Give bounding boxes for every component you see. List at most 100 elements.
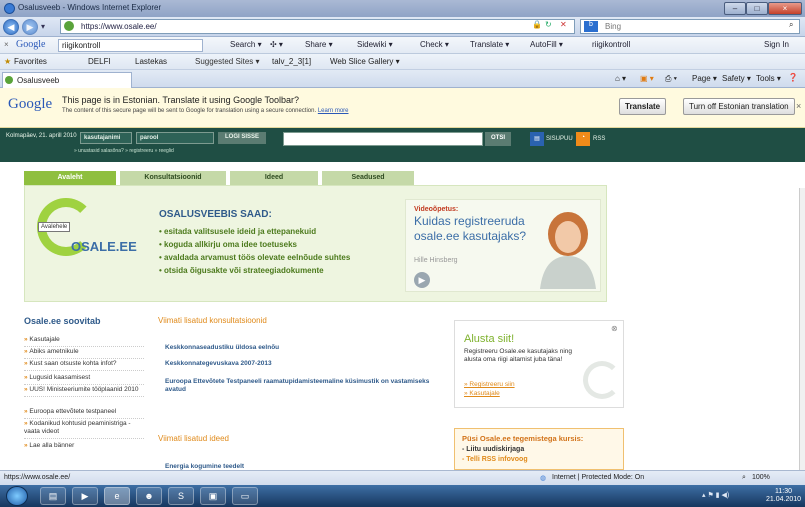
- status-bar: https://www.osale.ee/ ◍ Internet | Prote…: [0, 470, 805, 485]
- tools-menu[interactable]: Tools ▾: [756, 74, 781, 83]
- register-link[interactable]: » Registreeru siin: [464, 381, 515, 388]
- close-box-icon[interactable]: ⊗: [611, 324, 618, 333]
- search-icon[interactable]: ⌕: [789, 20, 793, 30]
- recommendation-link[interactable]: » Kasutajale: [24, 336, 144, 347]
- window-taskbar-icon[interactable]: ▣: [200, 487, 226, 505]
- safety-menu[interactable]: Safety ▾: [722, 74, 751, 83]
- search-input[interactable]: Bing: [580, 19, 800, 34]
- nav-tab-konsultatsioonid[interactable]: Konsultatsioonid: [120, 171, 226, 185]
- video-tutorial[interactable]: Videoõpetus: Kuidas registreeruda osale.…: [405, 199, 601, 292]
- rss-link[interactable]: RSS: [593, 136, 605, 142]
- recommendation-link[interactable]: » Kodanikud kohtusid peaministriga - vaa…: [24, 420, 144, 439]
- fav-talv[interactable]: talv_2_3[1]: [272, 57, 311, 66]
- recommendation-link[interactable]: » UUS! Ministeeriumite tööplaanid 2010: [24, 386, 144, 397]
- page-menu[interactable]: Page ▾: [692, 74, 717, 83]
- media-player-taskbar-icon[interactable]: ▶: [72, 487, 98, 505]
- username-input[interactable]: kasutajanimi: [80, 132, 132, 144]
- toolbar-autofill[interactable]: AutoFill ▾: [530, 40, 563, 49]
- help-icon[interactable]: ❓: [788, 73, 798, 82]
- fav-web-slice-gallery[interactable]: Web Slice Gallery ▾: [330, 57, 400, 66]
- sitemap-link[interactable]: SISUPUU: [546, 136, 573, 142]
- page-content: Kolmapäev, 21. aprill 2010 kasutajanimi …: [0, 128, 805, 470]
- print-icon[interactable]: ⎙ ▾: [665, 74, 677, 84]
- rss-feed-link[interactable]: - Telli RSS infovoog: [462, 456, 528, 463]
- url-text: https://www.osale.ee/: [81, 22, 157, 31]
- back-button[interactable]: ◀: [3, 19, 19, 35]
- recommendation-link[interactable]: » Abiks ametnikule: [24, 348, 144, 359]
- refresh-icon[interactable]: ↻: [545, 20, 552, 29]
- toolbar-share[interactable]: Share ▾: [305, 40, 333, 49]
- decorative-ring: [583, 361, 621, 399]
- site-search-button[interactable]: OTSI: [485, 132, 511, 146]
- clock-date: 21.04.2010: [766, 496, 802, 503]
- learn-more-link[interactable]: Learn more: [318, 108, 349, 114]
- play-icon[interactable]: ▶: [414, 272, 430, 288]
- rss-icon[interactable]: ◔: [576, 132, 590, 146]
- security-zone[interactable]: Internet | Protected Mode: On: [552, 474, 644, 481]
- tab-osalusveeb[interactable]: Osalusveeb: [2, 72, 132, 88]
- hero-bullet: • koguda allkirju oma idee toetuseks: [159, 240, 297, 249]
- recommendation-link[interactable]: » Lae alla bänner: [24, 442, 144, 452]
- consultation-link[interactable]: Keskkonnaseadustiku üldosa eelnõu: [165, 344, 435, 352]
- tab-favicon-icon: [5, 76, 13, 84]
- consultation-link[interactable]: Euroopa Ettevõtete Testpaneeli raamatupi…: [165, 378, 435, 394]
- toolbar-translate[interactable]: Translate ▾: [470, 40, 509, 49]
- toolbar-highlight-term[interactable]: riigikontroll: [592, 40, 630, 49]
- toolbar-sidewiki[interactable]: Sidewiki ▾: [357, 40, 393, 49]
- sitemap-icon[interactable]: ▤: [530, 132, 544, 146]
- fav-delfi[interactable]: DELFI: [88, 57, 111, 66]
- history-dropdown-icon[interactable]: ▾: [41, 22, 45, 31]
- recommendation-link[interactable]: » Euroopa ettevõtete testpaneel: [24, 408, 144, 419]
- nav-tab-ideed[interactable]: Ideed: [230, 171, 318, 185]
- system-tray-icons[interactable]: ▴ ⚑ ▮ ◀): [702, 491, 729, 499]
- lock-icon[interactable]: 🔒: [532, 20, 542, 29]
- toolbar-search[interactable]: Search ▾: [230, 40, 262, 49]
- site-header-bar: Kolmapäev, 21. aprill 2010 kasutajanimi …: [0, 128, 805, 162]
- search-placeholder: Bing: [605, 22, 622, 31]
- site-search-input[interactable]: [283, 132, 483, 146]
- nav-tab-avaleht[interactable]: Avaleht: [24, 171, 116, 185]
- forward-button[interactable]: ▶: [22, 19, 38, 35]
- nav-tab-seadused[interactable]: Seadused: [322, 171, 414, 185]
- url-input[interactable]: https://www.osale.ee/: [60, 19, 575, 34]
- favorites-star-icon: ★: [4, 57, 12, 66]
- fav-lastekas[interactable]: Lastekas: [135, 57, 167, 66]
- translate-close-icon[interactable]: ×: [796, 101, 801, 111]
- stop-icon[interactable]: ✕: [560, 20, 567, 29]
- consultation-link[interactable]: Keskkonnategevuskava 2007-2013: [165, 360, 435, 368]
- home-icon[interactable]: ⌂ ▾: [615, 74, 626, 83]
- user-guide-link[interactable]: » Kasutajale: [464, 390, 500, 397]
- fav-suggested-sites[interactable]: Suggested Sites ▾: [195, 57, 260, 66]
- toolbar-close-icon[interactable]: ×: [4, 40, 9, 49]
- translate-button[interactable]: Translate: [619, 98, 667, 115]
- get-started-box: ⊗ Alusta siit! Registreeru Osale.ee kasu…: [454, 320, 624, 408]
- google-signin-link[interactable]: Sign In: [764, 40, 789, 49]
- maximize-button[interactable]: □: [746, 2, 768, 15]
- folder-taskbar-icon[interactable]: ▭: [232, 487, 258, 505]
- vertical-scrollbar[interactable]: [799, 188, 805, 470]
- clock[interactable]: 11:30 21.04.2010: [766, 488, 801, 504]
- people-taskbar-icon[interactable]: ☻: [136, 487, 162, 505]
- recommendation-link[interactable]: » Kust saan otsuste kohta infot?: [24, 360, 144, 371]
- close-button[interactable]: ×: [768, 2, 802, 15]
- clock-time: 11:30: [775, 488, 793, 495]
- toolbar-check[interactable]: Check ▾: [420, 40, 449, 49]
- turn-off-translation-button[interactable]: Turn off Estonian translation: [683, 98, 795, 115]
- start-button[interactable]: [6, 486, 28, 506]
- skype-taskbar-icon[interactable]: S: [168, 487, 194, 505]
- explorer-taskbar-icon[interactable]: ▤: [40, 487, 66, 505]
- hero-bullet: • avaldada arvamust töös olevate eelnõud…: [159, 253, 351, 262]
- site-logo-text[interactable]: OSALE.EE: [71, 239, 137, 254]
- minimize-button[interactable]: –: [724, 2, 746, 15]
- login-button[interactable]: LOGI SISSE: [218, 132, 266, 144]
- feeds-icon[interactable]: ▣ ▾: [640, 74, 654, 83]
- zoom-level[interactable]: 100%: [752, 474, 770, 481]
- password-input[interactable]: parool: [136, 132, 214, 144]
- ie-taskbar-icon[interactable]: e: [104, 487, 130, 505]
- favorites-button[interactable]: Favorites: [14, 57, 47, 66]
- toolbar-bookmarks[interactable]: ✣ ▾: [270, 40, 283, 49]
- account-links[interactable]: » unustasid salasõna? » registreeru » re…: [74, 148, 174, 154]
- recommendation-link[interactable]: » Lugusid kaasamisest: [24, 374, 144, 385]
- newsletter-link[interactable]: - Liitu uudiskirjaga: [462, 446, 524, 453]
- google-search-input[interactable]: riigikontroll: [58, 39, 203, 52]
